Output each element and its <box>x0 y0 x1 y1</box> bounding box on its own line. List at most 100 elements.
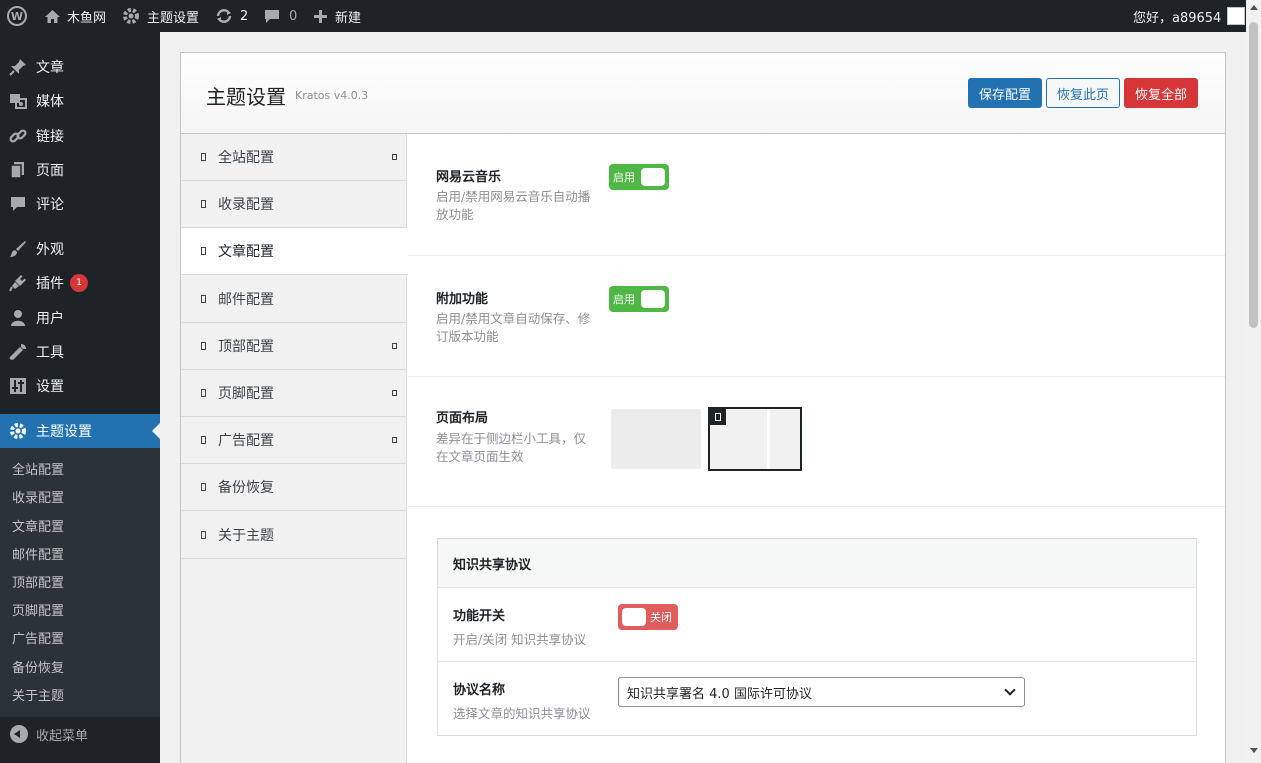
nav-item-label: 文章配置 <box>218 244 274 260</box>
site-name-link[interactable]: 木鱼网 <box>44 0 106 32</box>
nav-item-top[interactable]: 顶部配置 <box>181 323 407 370</box>
submenu-item[interactable]: 邮件配置 <box>12 543 64 563</box>
menu-item-links[interactable]: 链接 <box>0 119 160 153</box>
plugin-icon <box>8 273 28 293</box>
theme-version: Kratos v4.0.3 <box>295 89 369 102</box>
submenu-item[interactable]: 关于主题 <box>12 684 64 704</box>
extra-toggle[interactable]: 启用 <box>609 286 669 312</box>
nav-item-icon <box>201 247 206 255</box>
nav-item-icon <box>201 436 206 444</box>
nav-item-ads[interactable]: 广告配置 <box>181 417 407 464</box>
menu-item-posts[interactable]: 文章 <box>0 50 160 84</box>
menu-item-theme-settings[interactable]: 主题设置 <box>0 414 160 448</box>
selected-check-icon <box>710 409 726 425</box>
collapse-menu-label: 收起菜单 <box>36 728 89 744</box>
nav-item-icon <box>201 483 206 491</box>
restore-page-button[interactable]: 恢复此页 <box>1046 78 1120 108</box>
menu-item-tools[interactable]: 工具 <box>0 335 160 369</box>
options-nav: 全站配置 收录配置 文章配置 邮件配置 顶部配置 页脚配置 广告配置 备份恢复 … <box>181 134 408 763</box>
refresh-icon <box>215 8 233 24</box>
wrench-icon <box>8 342 28 362</box>
submenu-item[interactable]: 备份恢复 <box>12 656 64 676</box>
field-title: 功能开关 <box>453 609 506 624</box>
admin-menu: 文章 媒体 链接 页面 评论 外观 插件 1 用户 工具 设置 主题设置 全站配… <box>0 32 160 763</box>
page-title: 主题设置 <box>206 85 286 109</box>
submenu-item[interactable]: 收录配置 <box>12 486 64 506</box>
field-title: 页面布局 <box>436 411 489 426</box>
field-desc: 启用/禁用网易云音乐自动播放功能 <box>436 189 591 222</box>
menu-item-media[interactable]: 媒体 <box>0 84 160 118</box>
submenu-item[interactable]: 广告配置 <box>12 627 64 647</box>
comments-link[interactable]: 0 <box>264 0 297 32</box>
restore-all-button[interactable]: 恢复全部 <box>1124 78 1198 108</box>
wordpress-logo-icon[interactable]: W <box>7 0 27 32</box>
theme-settings-link[interactable]: 主题设置 <box>122 0 199 32</box>
home-icon <box>44 9 61 24</box>
nav-item-seo[interactable]: 收录配置 <box>181 181 407 228</box>
comments-count: 0 <box>289 8 298 24</box>
menu-item-pages[interactable]: 页面 <box>0 153 160 187</box>
nav-item-label: 广告配置 <box>218 433 274 449</box>
avatar <box>1227 7 1246 25</box>
expand-arrow-icon <box>392 154 397 160</box>
field-title: 网易云音乐 <box>436 170 502 185</box>
cc-switch-toggle[interactable]: 关闭 <box>618 604 678 630</box>
submenu-item[interactable]: 页脚配置 <box>12 599 64 619</box>
updates-link[interactable]: 2 <box>215 0 248 32</box>
menu-item-plugins[interactable]: 插件 1 <box>0 266 160 300</box>
nav-item-mail[interactable]: 邮件配置 <box>181 276 407 323</box>
nav-item-icon <box>201 342 206 350</box>
collapse-menu-button[interactable]: 收起菜单 <box>0 721 160 747</box>
nav-item-icon <box>201 153 206 161</box>
music-toggle[interactable]: 启用 <box>609 164 669 190</box>
site-name-label: 木鱼网 <box>67 10 107 26</box>
submenu-item[interactable]: 文章配置 <box>12 515 64 535</box>
save-button[interactable]: 保存配置 <box>968 78 1042 108</box>
nav-item-label: 邮件配置 <box>218 292 274 308</box>
user-icon <box>8 308 28 328</box>
scroll-down-arrow-icon[interactable] <box>1250 748 1258 753</box>
collapse-arrow-icon <box>10 725 28 743</box>
plugin-update-badge: 1 <box>70 274 88 292</box>
field-extra: 附加功能 启用/禁用文章自动保存、修订版本功能 启用 <box>408 256 1225 377</box>
menu-item-comments[interactable]: 评论 <box>0 187 160 221</box>
field-desc: 启用/禁用文章自动保存、修订版本功能 <box>436 311 591 344</box>
nav-item-label: 备份恢复 <box>218 480 274 496</box>
layout-option-right-sidebar[interactable] <box>708 407 802 471</box>
expand-arrow-icon <box>392 343 397 349</box>
nav-item-icon <box>201 531 206 539</box>
account-menu[interactable]: 您好，a89654 <box>1133 0 1246 32</box>
theme-settings-label: 主题设置 <box>147 10 200 26</box>
new-label: 新建 <box>335 10 362 26</box>
new-content-link[interactable]: 新建 <box>313 0 361 32</box>
scroll-up-arrow-icon[interactable] <box>1250 5 1258 10</box>
cc-license-select[interactable]: 知识共享署名 4.0 国际许可协议 <box>618 677 1025 707</box>
nav-item-footer[interactable]: 页脚配置 <box>181 370 407 417</box>
menu-item-appearance[interactable]: 外观 <box>0 232 160 266</box>
settings-icon <box>8 376 28 396</box>
panel-header: 主题设置 Kratos v4.0.3 保存配置 恢复此页 恢复全部 <box>181 53 1225 134</box>
layout-option-no-sidebar[interactable] <box>611 409 701 469</box>
options-content: 网易云音乐 启用/禁用网易云音乐自动播放功能 启用 附加功能 启用/禁用文章自动… <box>408 134 1225 763</box>
field-layout: 页面布局 差异在于侧边栏小工具，仅在文章页面生效 <box>408 377 1225 507</box>
menu-item-label: 主题设置 <box>36 424 92 440</box>
nav-item-icon <box>201 389 206 397</box>
comment-icon <box>264 8 280 24</box>
select-value: 知识共享署名 4.0 国际许可协议 <box>627 686 812 702</box>
nav-item-backup[interactable]: 备份恢复 <box>181 464 407 511</box>
toggle-label: 关闭 <box>650 611 672 624</box>
plus-icon <box>313 9 328 24</box>
page-scrollbar[interactable] <box>1246 0 1261 763</box>
page-icon <box>8 160 28 180</box>
link-icon <box>8 126 28 146</box>
submenu-item[interactable]: 全站配置 <box>12 458 64 478</box>
nav-item-post[interactable]: 文章配置 <box>181 228 408 275</box>
nav-item-site[interactable]: 全站配置 <box>181 134 407 181</box>
admin-bar: W 木鱼网 主题设置 2 0 新建 您好，a89654 <box>0 0 1246 32</box>
menu-item-users[interactable]: 用户 <box>0 301 160 335</box>
menu-item-settings[interactable]: 设置 <box>0 369 160 403</box>
scrollbar-thumb[interactable] <box>1249 22 1258 328</box>
brush-icon <box>8 239 28 259</box>
nav-item-about[interactable]: 关于主题 <box>181 512 407 559</box>
submenu-item[interactable]: 顶部配置 <box>12 571 64 591</box>
